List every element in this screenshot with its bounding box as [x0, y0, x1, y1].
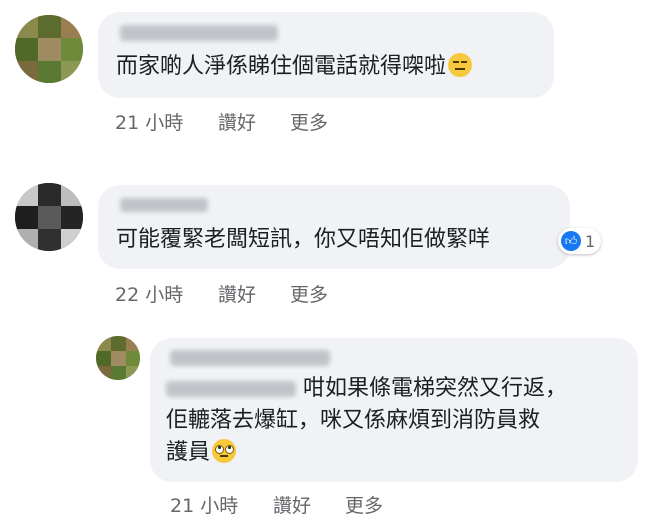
comment-bubble: 而家啲人淨係睇住個電話就得㗎啦: [98, 12, 554, 98]
like-icon: 👍︎: [561, 231, 581, 251]
timestamp[interactable]: 21 小時: [170, 491, 238, 518]
expressionless-emoji: [448, 53, 473, 77]
avatar[interactable]: [15, 15, 83, 83]
commenter-name[interactable]: [120, 198, 208, 212]
like-button[interactable]: 讚好: [273, 491, 311, 518]
more-button[interactable]: 更多: [290, 280, 328, 307]
reaction-count[interactable]: 👍︎ 1: [558, 228, 602, 254]
comment-text: 護員: [166, 438, 237, 468]
like-button[interactable]: 讚好: [218, 108, 256, 135]
eye-roll-emoji: [212, 439, 237, 463]
commenter-name[interactable]: [170, 350, 330, 366]
tagged-user-mention[interactable]: [166, 381, 296, 397]
comment-text: 咁如果條電梯突然又行返，: [166, 374, 567, 404]
comment-text: 佢轆落去爆缸，咪又係麻煩到消防員救: [166, 408, 541, 433]
avatar[interactable]: [15, 183, 83, 251]
timestamp[interactable]: 21 小時: [115, 108, 183, 135]
avatar[interactable]: [96, 336, 140, 380]
like-button[interactable]: 讚好: [218, 280, 256, 307]
comment-bubble: 可能覆緊老闆短訊，你又唔知佢做緊咩: [98, 185, 570, 269]
commenter-name[interactable]: [120, 25, 278, 41]
comment-text: 可能覆緊老闆短訊，你又唔知佢做緊咩: [116, 227, 491, 252]
timestamp[interactable]: 22 小時: [115, 280, 183, 307]
comment-bubble: 咁如果條電梯突然又行返， 佢轆落去爆缸，咪又係麻煩到消防員救 護員: [150, 338, 638, 482]
more-button[interactable]: 更多: [345, 491, 383, 518]
comment-text: 而家啲人淨係睇住個電話就得㗎啦: [116, 52, 473, 82]
more-button[interactable]: 更多: [290, 108, 328, 135]
